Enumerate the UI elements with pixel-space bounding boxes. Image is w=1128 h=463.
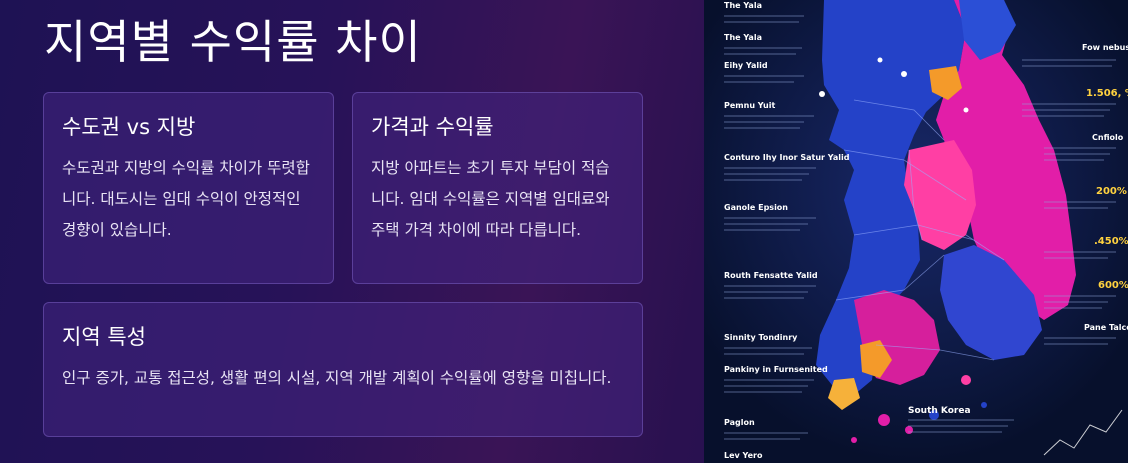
card-capital-vs-regional: 수도권 vs 지방 수도권과 지방의 수익률 차이가 뚜렷합니다. 대도시는 임…	[43, 92, 334, 284]
svg-text:Pemnu Yuit: Pemnu Yuit	[724, 101, 775, 110]
korea-yield-map-image: The Yala The Yala Eihy Yalid Pemnu Yuit …	[704, 0, 1128, 463]
svg-text:Fow nebus: Fow nebus	[1082, 43, 1128, 52]
svg-text:Paglon: Paglon	[724, 418, 755, 427]
card-body: 인구 증가, 교통 접근성, 생활 편의 시설, 지역 개발 계획이 수익률에 …	[62, 369, 612, 387]
svg-text:The Yala: The Yala	[724, 33, 762, 42]
svg-text:Conturo Ihy Inor Satur Yalid: Conturo Ihy Inor Satur Yalid	[724, 153, 850, 162]
svg-text:Routh Fensatte Yalid: Routh Fensatte Yalid	[724, 271, 818, 280]
svg-text:Sinnity Tondinry: Sinnity Tondinry	[724, 333, 798, 342]
card-price-and-yield: 가격과 수익률 지방 아파트는 초기 투자 부담이 적습니다. 임대 수익률은 …	[352, 92, 643, 284]
svg-text:Pane Talco: Pane Talco	[1084, 323, 1128, 332]
svg-text:200%: 200%	[1096, 186, 1127, 197]
svg-text:Ganole Epsion: Ganole Epsion	[724, 203, 788, 212]
card-heading: 지역 특성	[62, 325, 146, 349]
slide-title: 지역별 수익률 차이	[44, 15, 422, 69]
svg-text:Pankiny in Furnsenited: Pankiny in Furnsenited	[724, 365, 828, 374]
card-heading: 가격과 수익률	[371, 115, 494, 139]
svg-text:600%: 600%	[1098, 280, 1128, 291]
svg-text:The Yala: The Yala	[724, 1, 762, 10]
svg-text:Cnfiolo: Cnfiolo	[1092, 133, 1124, 142]
svg-text:Eihy Yalid: Eihy Yalid	[724, 61, 768, 70]
map-region-label: South Korea	[908, 406, 971, 416]
card-body: 수도권과 지방의 수익률 차이가 뚜렷합니다. 대도시는 임대 수익이 안정적인…	[62, 159, 310, 239]
card-body: 지방 아파트는 초기 투자 부담이 적습니다. 임대 수익률은 지역별 임대료와…	[371, 159, 610, 239]
slide: 지역별 수익률 차이 수도권 vs 지방 수도권과 지방의 수익률 차이가 뚜렷…	[0, 0, 1128, 463]
svg-text:1.506, %: 1.506, %	[1086, 88, 1128, 99]
svg-text:Lev Yero: Lev Yero	[724, 451, 763, 460]
card-heading: 수도권 vs 지방	[62, 115, 196, 139]
map-illustration: The Yala The Yala Eihy Yalid Pemnu Yuit …	[704, 0, 1128, 463]
card-regional-characteristics: 지역 특성 인구 증가, 교통 접근성, 생활 편의 시설, 지역 개발 계획이…	[43, 302, 643, 437]
svg-text:.450%: .450%	[1094, 236, 1128, 247]
